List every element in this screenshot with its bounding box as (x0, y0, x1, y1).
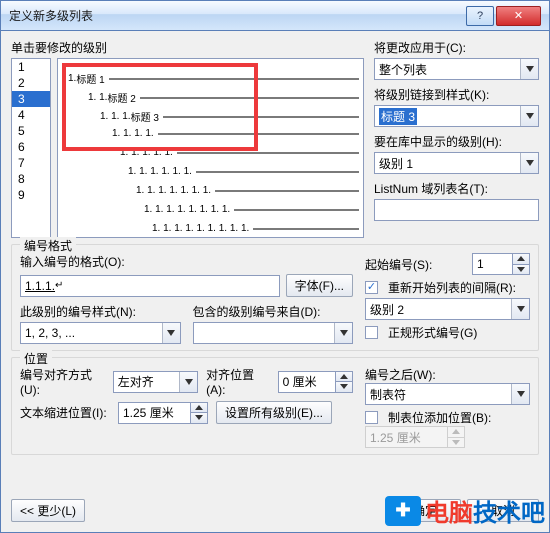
level-item[interactable]: 8 (12, 171, 50, 187)
preview-line: 1. 1. 1. 1. 1. (120, 147, 359, 158)
enter-format-label: 输入编号的格式(O): (20, 253, 353, 270)
dropdown-arrow-icon (162, 323, 180, 343)
preview-line: 1. 1. 1. 1. (112, 128, 359, 139)
preview-line: 1. 1. 1. 1. 1. 1. 1. (136, 185, 359, 196)
preview-line: 1. 1. 标题 2 (88, 90, 359, 105)
position-group: 位置 编号对齐方式(U): 左对齐 对齐位置(A): 0 厘米 (11, 357, 539, 455)
start-at-spinner[interactable] (512, 253, 530, 275)
link-style-label: 将级别链接到样式(K): (374, 86, 539, 103)
preview-line: 1. 标题 1 (68, 71, 359, 86)
spin-up-icon[interactable] (335, 371, 353, 382)
preview-line: 1. 1. 1. 1. 1. 1. (128, 166, 359, 177)
listnum-label: ListNum 域列表名(T): (374, 180, 539, 197)
listnum-input[interactable] (374, 199, 539, 221)
tab-position-spinner (447, 426, 465, 448)
align-label: 编号对齐方式(U): (20, 366, 105, 397)
format-legend: 编号格式 (20, 237, 76, 254)
client-area: 单击要修改的级别 123456789 1. 标题 1 1. 1. 标题 2 1.… (1, 31, 549, 532)
align-at-label: 对齐位置(A): (206, 366, 269, 397)
dropdown-arrow-icon (511, 384, 529, 404)
spin-up-icon[interactable] (190, 402, 208, 413)
level-item[interactable]: 9 (12, 187, 50, 203)
format-input[interactable]: 1.1.1.↵ (20, 275, 280, 297)
dropdown-arrow-icon (511, 299, 529, 319)
indent-label: 文本缩进位置(I): (20, 404, 110, 421)
dropdown-arrow-icon (520, 153, 538, 173)
tab-position-input: 1.25 厘米 (365, 426, 447, 448)
spin-down-icon[interactable] (190, 412, 208, 424)
number-style-select[interactable]: 1, 2, 3, ... (20, 322, 181, 344)
gallery-level-select[interactable]: 级别 1 (374, 152, 539, 174)
click-level-label: 单击要修改的级别 (11, 39, 364, 56)
spin-down-icon[interactable] (335, 381, 353, 393)
spin-down-icon (447, 437, 465, 449)
dropdown-arrow-icon (520, 59, 538, 79)
restart-label: 重新开始列表的间隔(R): (388, 279, 516, 296)
level-item[interactable]: 4 (12, 107, 50, 123)
restart-level-select[interactable]: 级别 2 (365, 298, 530, 320)
level-item[interactable]: 7 (12, 155, 50, 171)
tab-add-checkbox[interactable] (365, 411, 378, 424)
level-item[interactable]: 6 (12, 139, 50, 155)
include-from-select[interactable] (193, 322, 354, 344)
restart-checkbox[interactable] (365, 281, 378, 294)
ok-button[interactable]: 确定 (389, 499, 461, 522)
indent-spinner[interactable] (190, 402, 208, 424)
start-at-label: 起始编号(S): (365, 256, 432, 273)
cancel-button[interactable]: 取消 (467, 499, 539, 522)
start-at-input[interactable]: 1 (472, 253, 512, 275)
align-select[interactable]: 左对齐 (113, 371, 198, 393)
preview-pane: 1. 标题 1 1. 1. 标题 2 1. 1. 1. 标题 3 1. 1. 1… (57, 58, 364, 238)
include-from-label: 包含的级别编号来自(D): (193, 303, 354, 320)
dropdown-arrow-icon (334, 323, 352, 343)
close-button[interactable]: ✕ (496, 6, 541, 26)
less-button[interactable]: << 更少(L) (11, 499, 85, 522)
follow-select[interactable]: 制表符 (365, 383, 530, 405)
number-style-label: 此级别的编号样式(N): (20, 303, 181, 320)
window-title: 定义新多级列表 (9, 7, 93, 24)
format-group: 编号格式 输入编号的格式(O): 1.1.1.↵ 字体(F)... 此级别的编号… (11, 244, 539, 351)
spin-up-icon (447, 426, 465, 437)
spin-up-icon[interactable] (512, 253, 530, 264)
font-button[interactable]: 字体(F)... (286, 274, 353, 297)
level-item[interactable]: 3 (12, 91, 50, 107)
spin-down-icon[interactable] (512, 264, 530, 276)
help-button[interactable]: ? (466, 6, 494, 26)
dropdown-arrow-icon (179, 372, 197, 392)
legal-checkbox[interactable] (365, 326, 378, 339)
level-item[interactable]: 1 (12, 59, 50, 75)
level-item[interactable]: 2 (12, 75, 50, 91)
gallery-level-label: 要在库中显示的级别(H): (374, 133, 539, 150)
indent-input[interactable]: 1.25 厘米 (118, 402, 190, 424)
tab-add-label: 制表位添加位置(B): (388, 409, 491, 426)
preview-line: 1. 1. 1. 标题 3 (100, 109, 359, 124)
apply-to-label: 将更改应用于(C): (374, 39, 539, 56)
level-listbox[interactable]: 123456789 (11, 58, 51, 238)
preview-line: 1. 1. 1. 1. 1. 1. 1. 1. 1. (152, 223, 359, 234)
align-at-spinner[interactable] (335, 371, 353, 393)
dialog-window: 定义新多级列表 ? ✕ 单击要修改的级别 123456789 1. 标题 1 1… (0, 0, 550, 533)
follow-label: 编号之后(W): (365, 366, 530, 383)
preview-line: 1. 1. 1. 1. 1. 1. 1. 1. (144, 204, 359, 215)
dropdown-arrow-icon (520, 106, 538, 126)
level-item[interactable]: 5 (12, 123, 50, 139)
position-legend: 位置 (20, 350, 52, 367)
apply-to-select[interactable]: 整个列表 (374, 58, 539, 80)
link-style-select[interactable]: 标题 3 (374, 105, 539, 127)
set-all-levels-button[interactable]: 设置所有级别(E)... (216, 401, 332, 424)
titlebar[interactable]: 定义新多级列表 ? ✕ (1, 1, 549, 31)
legal-label: 正规形式编号(G) (388, 324, 477, 341)
align-at-input[interactable]: 0 厘米 (278, 371, 335, 393)
